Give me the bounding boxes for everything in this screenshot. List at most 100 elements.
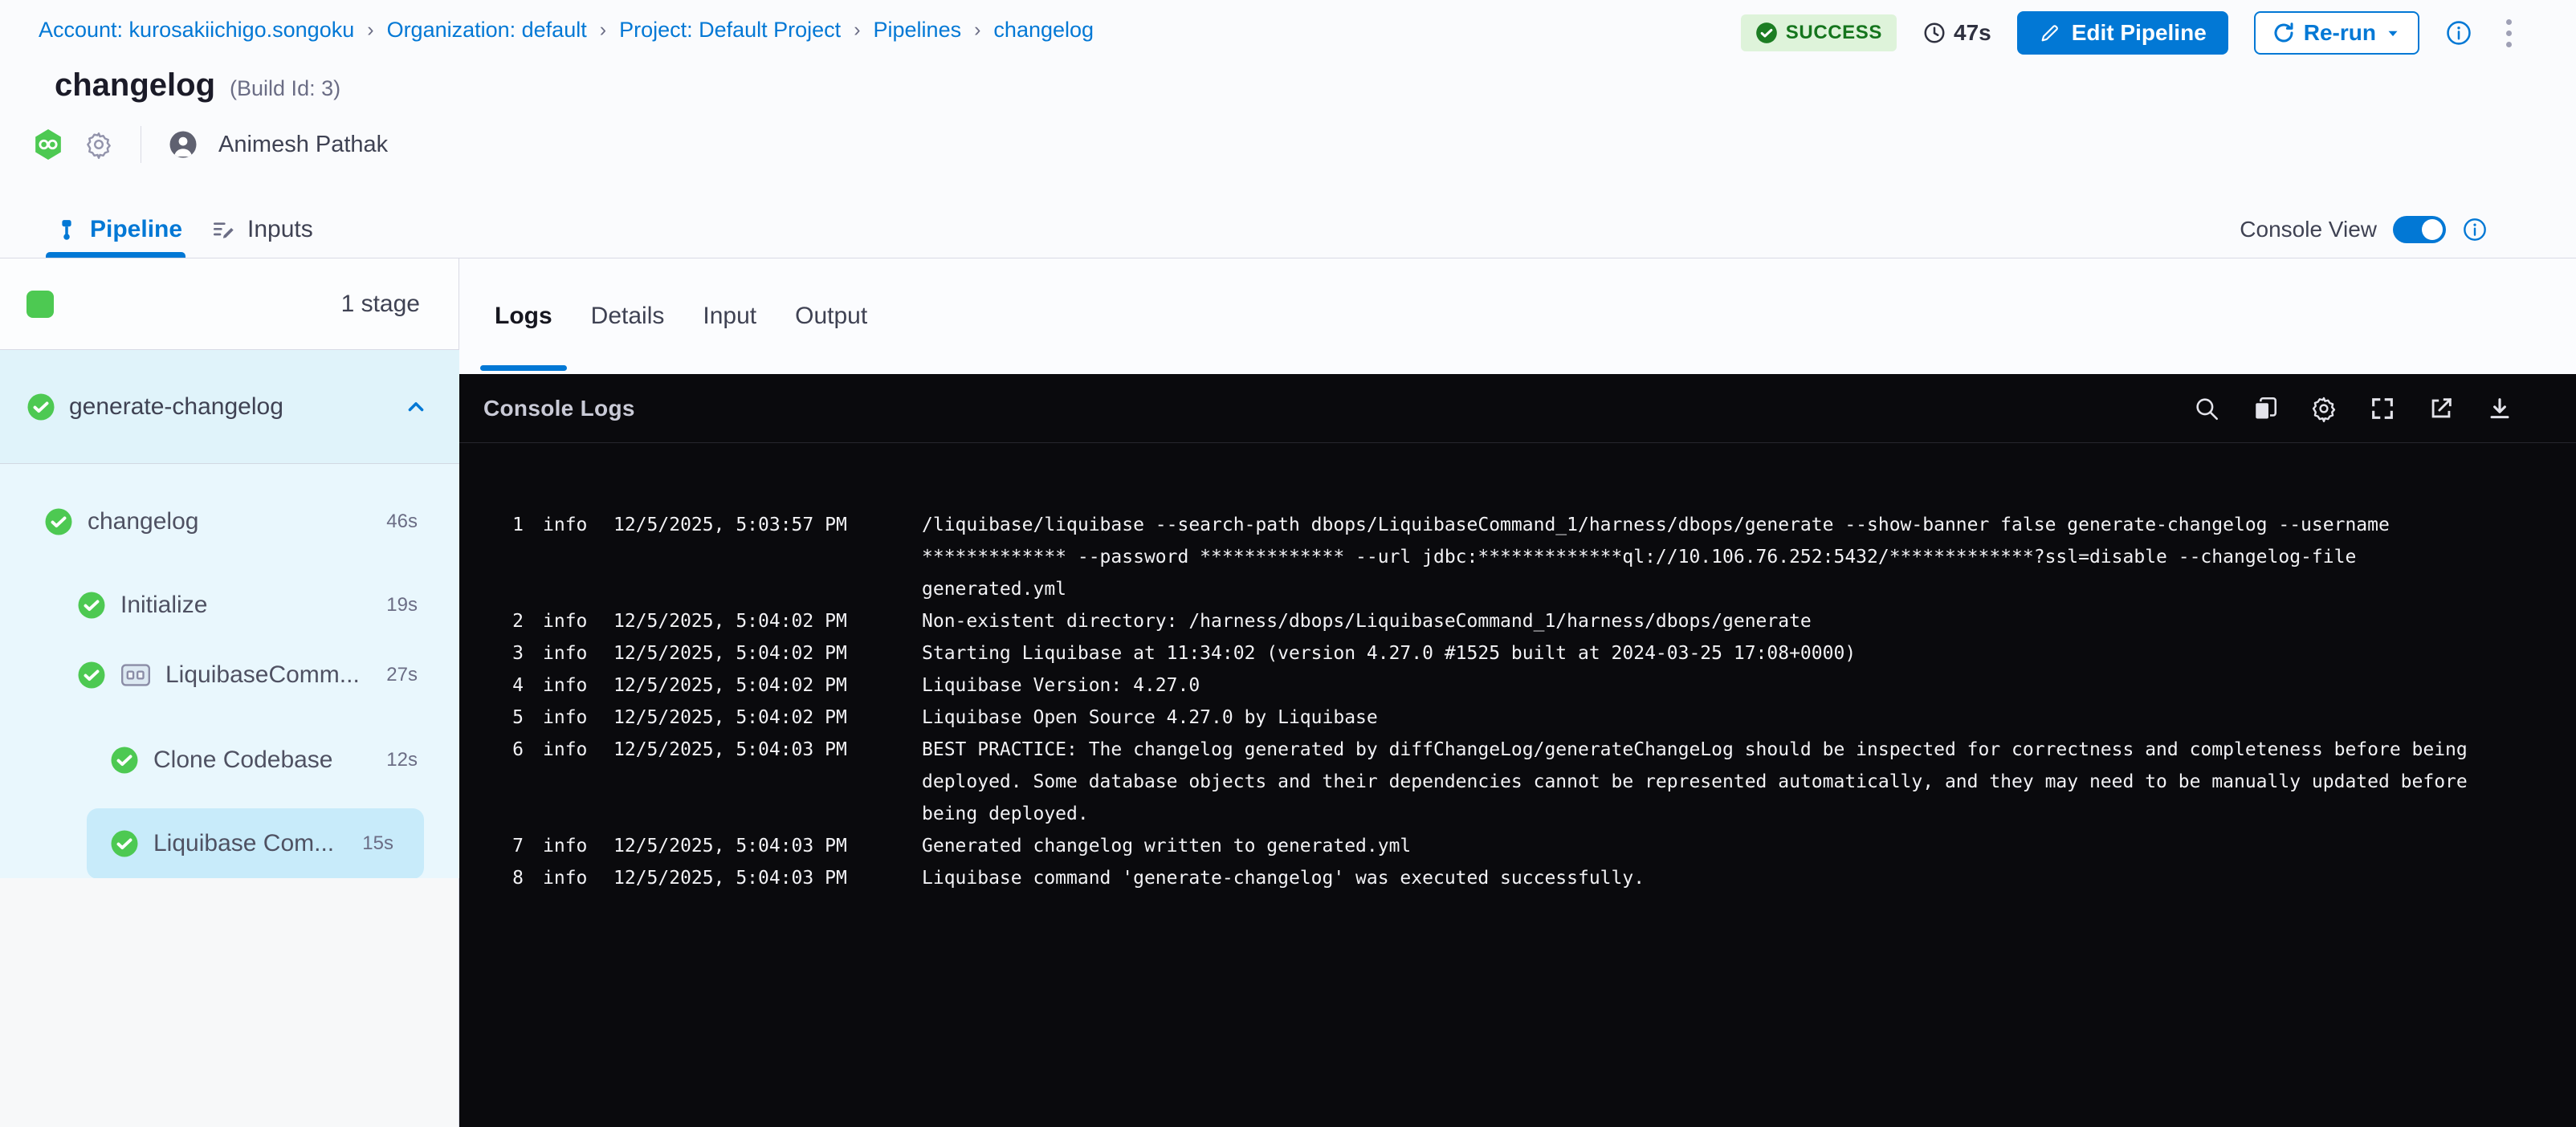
stage-summary-row: 1 stage	[0, 258, 459, 350]
breadcrumb-separator: ›	[854, 18, 860, 42]
page-title: changelog	[55, 67, 215, 104]
log-message: /liquibase/liquibase --search-path dbops…	[922, 509, 2505, 605]
tree-item-liquibase-command-group[interactable]: LiquibaseComm... 27s	[0, 653, 459, 698]
log-line: 4 info 12/5/2025, 5:04:02 PM Liquibase V…	[495, 669, 2505, 702]
pencil-icon	[2039, 22, 2061, 44]
clock-icon	[1922, 21, 1946, 45]
step-tree: changelog 46s Initialize 19s LiquibaseCo…	[0, 464, 459, 878]
log-timestamp: 12/5/2025, 5:04:03 PM	[613, 734, 903, 830]
stage-status-square[interactable]	[26, 291, 54, 318]
open-in-new-icon[interactable]	[2427, 395, 2455, 422]
module-tabbar: Pipeline Inputs Console View	[0, 201, 2576, 258]
log-level: info	[543, 605, 594, 637]
tree-item-label: Clone Codebase	[153, 747, 333, 774]
log-message: BEST PRACTICE: The changelog generated b…	[922, 734, 2505, 830]
tab-pipeline[interactable]: Pipeline	[55, 201, 182, 258]
chevron-up-icon[interactable]	[405, 396, 427, 418]
breadcrumb-account[interactable]: Account: kurosakiichigo.songoku	[39, 18, 354, 43]
log-line: 5 info 12/5/2025, 5:04:02 PM Liquibase O…	[495, 702, 2505, 734]
execution-sidebar: 1 stage generate-changelog changelog 46s…	[0, 258, 459, 1127]
log-timestamp: 12/5/2025, 5:04:02 PM	[613, 669, 903, 702]
tree-item-duration: 27s	[386, 664, 418, 686]
fullscreen-icon[interactable]	[2369, 395, 2396, 422]
log-level: info	[543, 830, 594, 862]
tree-item-duration: 19s	[386, 594, 418, 616]
log-line: 1 info 12/5/2025, 5:03:57 PM /liquibase/…	[495, 509, 2505, 605]
ci-module-icon	[33, 128, 63, 161]
log-level: info	[543, 637, 594, 669]
gear-icon[interactable]	[84, 130, 113, 159]
rerun-button[interactable]: Re-run	[2254, 11, 2419, 55]
log-line-number: 8	[495, 862, 524, 894]
edit-pipeline-label: Edit Pipeline	[2072, 20, 2207, 46]
breadcrumb-pipelines[interactable]: Pipelines	[874, 18, 962, 43]
tab-output[interactable]: Output	[795, 303, 867, 330]
tree-item-label: Initialize	[120, 592, 207, 619]
log-message: Non-existent directory: /harness/dbops/L…	[922, 605, 2505, 637]
status-badge: SUCCESS	[1741, 14, 1897, 51]
breadcrumb-current-pipeline[interactable]: changelog	[993, 18, 1094, 43]
tab-input[interactable]: Input	[703, 303, 756, 330]
toggle-knob	[2422, 219, 2443, 240]
check-circle-icon	[77, 591, 106, 620]
tree-item-clone-codebase[interactable]: Clone Codebase 12s	[0, 738, 459, 783]
log-line-number: 7	[495, 830, 524, 862]
log-line-number: 6	[495, 734, 524, 830]
log-line-number: 5	[495, 702, 524, 734]
duration-text: 47s	[1954, 20, 1991, 46]
info-icon[interactable]	[2462, 217, 2488, 242]
build-id: (Build Id: 3)	[230, 76, 340, 101]
log-line: 8 info 12/5/2025, 5:04:03 PM Liquibase c…	[495, 862, 2505, 894]
status-text: SUCCESS	[1786, 22, 1882, 44]
settings-icon[interactable]	[2310, 395, 2338, 422]
log-timestamp: 12/5/2025, 5:04:02 PM	[613, 605, 903, 637]
log-timestamp: 12/5/2025, 5:03:57 PM	[613, 509, 903, 605]
breadcrumb-project[interactable]: Project: Default Project	[619, 18, 841, 43]
search-icon[interactable]	[2193, 395, 2220, 422]
copy-icon[interactable]	[2252, 395, 2279, 422]
console-view-control: Console View	[2240, 201, 2488, 258]
tree-item-liquibase-command[interactable]: Liquibase Com... 15s	[87, 808, 424, 879]
header-actions: SUCCESS 47s Edit Pipeline Re-run	[1741, 10, 2520, 56]
tree-item-duration: 15s	[362, 832, 393, 855]
log-message: Starting Liquibase at 11:34:02 (version …	[922, 637, 2505, 669]
tab-inputs-label: Inputs	[247, 216, 313, 243]
tree-item-changelog[interactable]: changelog 46s	[0, 499, 459, 544]
log-line: 7 info 12/5/2025, 5:04:03 PM Generated c…	[495, 830, 2505, 862]
check-circle-icon	[1755, 22, 1778, 44]
pipeline-execution-page: Account: kurosakiichigo.songoku › Organi…	[0, 0, 2576, 1127]
log-line-number: 3	[495, 637, 524, 669]
page-title-row: changelog (Build Id: 3)	[55, 67, 340, 104]
active-tab-indicator	[46, 252, 185, 258]
tab-logs[interactable]: Logs	[495, 303, 552, 330]
active-tab-indicator	[480, 365, 567, 371]
console-view-toggle[interactable]	[2393, 216, 2446, 243]
log-message: Liquibase Open Source 4.27.0 by Liquibas…	[922, 702, 2505, 734]
inputs-icon	[210, 217, 236, 242]
log-timestamp: 12/5/2025, 5:04:03 PM	[613, 830, 903, 862]
execution-duration: 47s	[1922, 20, 1991, 46]
step-detail-panel: Logs Details Input Output Console Logs	[459, 258, 2576, 1127]
download-icon[interactable]	[2486, 395, 2513, 422]
log-message: Generated changelog written to generated…	[922, 830, 2505, 862]
more-options-menu[interactable]	[2498, 14, 2520, 52]
stage-header-generate-changelog[interactable]: generate-changelog	[0, 350, 459, 464]
console-view-label: Console View	[2240, 217, 2377, 242]
tab-details[interactable]: Details	[591, 303, 665, 330]
tab-inputs[interactable]: Inputs	[210, 201, 313, 258]
info-icon[interactable]	[2445, 19, 2472, 47]
breadcrumb-separator: ›	[974, 18, 980, 42]
check-circle-icon	[110, 829, 139, 858]
chevron-down-icon	[2384, 24, 2402, 42]
log-timestamp: 12/5/2025, 5:04:02 PM	[613, 702, 903, 734]
log-line: 2 info 12/5/2025, 5:04:02 PM Non-existen…	[495, 605, 2505, 637]
tree-item-initialize[interactable]: Initialize 19s	[0, 583, 459, 628]
breadcrumb-organization[interactable]: Organization: default	[387, 18, 587, 43]
log-level: info	[543, 669, 594, 702]
breadcrumb-separator: ›	[600, 18, 606, 42]
tree-item-label: Liquibase Com...	[153, 830, 334, 857]
edit-pipeline-button[interactable]: Edit Pipeline	[2017, 11, 2228, 55]
sidebar-footer	[0, 878, 459, 1127]
log-timestamp: 12/5/2025, 5:04:02 PM	[613, 637, 903, 669]
tree-item-duration: 12s	[386, 749, 418, 771]
